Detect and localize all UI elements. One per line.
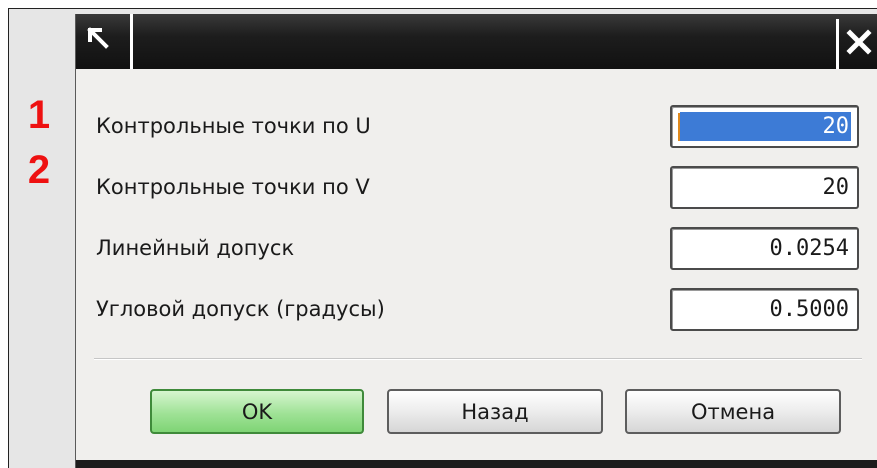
- control-points-u-input[interactable]: 20: [670, 105, 859, 148]
- ok-button[interactable]: OK: [150, 389, 364, 434]
- annotation-marker-2: 2: [27, 148, 51, 192]
- title-handle[interactable]: [76, 14, 133, 69]
- annotation-marker-1: 1: [27, 93, 51, 137]
- cancel-button[interactable]: Отмена: [625, 389, 841, 434]
- linear-tolerance-label: Линейный допуск: [96, 236, 295, 260]
- control-points-u-label: Контрольные точки по U: [96, 114, 371, 138]
- screenshot-stage: 1 2 Контрольные точки по U 20 Контрольны…: [0, 0, 877, 468]
- control-points-dialog: Контрольные точки по U 20 Контрольные то…: [75, 14, 877, 468]
- back-button[interactable]: Назад: [387, 389, 603, 434]
- angular-tolerance-input[interactable]: 0.5000: [670, 288, 859, 331]
- dialog-body: Контрольные точки по U 20 Контрольные то…: [76, 69, 877, 468]
- linear-tolerance-input[interactable]: 0.0254: [670, 227, 859, 270]
- close-icon: [845, 29, 872, 59]
- control-points-v-input[interactable]: 20: [670, 166, 859, 209]
- dialog-title-bar[interactable]: [76, 14, 877, 69]
- dialog-bottom-bar: [76, 460, 877, 468]
- control-points-v-label: Контрольные точки по V: [96, 175, 370, 199]
- close-button[interactable]: [836, 19, 877, 69]
- button-separator: [94, 358, 862, 360]
- angular-tolerance-label: Угловой допуск (градусы): [96, 297, 385, 321]
- control-points-u-value: 20: [680, 112, 851, 141]
- side-strip: [9, 9, 75, 468]
